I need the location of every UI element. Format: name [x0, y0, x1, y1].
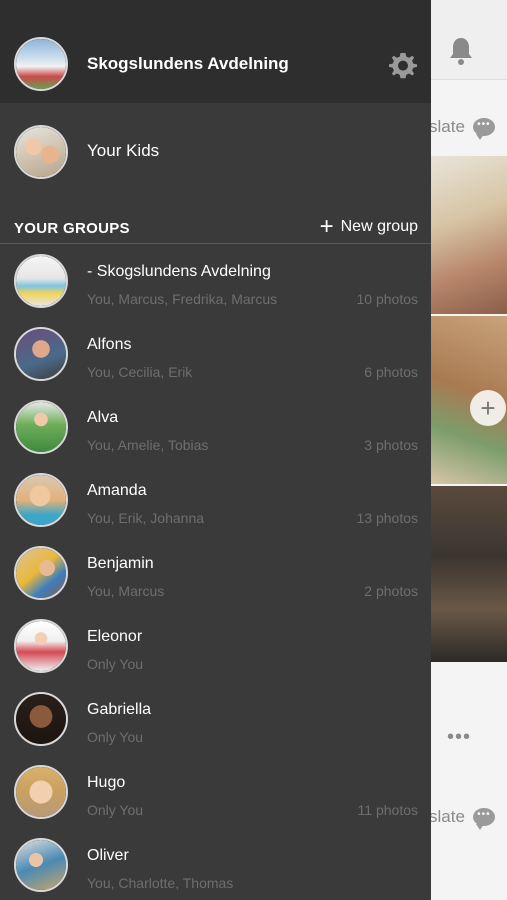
plus-icon: + — [319, 213, 334, 240]
group-name: Alfons — [87, 336, 132, 353]
speech-bubble-icon: ••• — [472, 808, 495, 830]
group-photo-count: 2 photos — [364, 583, 418, 599]
page-title[interactable]: Skogslundens Avdelning — [87, 54, 289, 74]
group-avatar — [14, 838, 68, 892]
new-group-button[interactable]: + New group — [319, 213, 418, 240]
translate-button[interactable]: slate ••• — [429, 107, 507, 147]
group-name: Hugo — [87, 774, 126, 791]
group-members: Only You — [87, 656, 144, 672]
group-item[interactable]: Alfons You, Cecilia, Erik 6 photos — [0, 318, 431, 391]
group-avatar — [14, 546, 68, 600]
group-item[interactable]: Eleonor Only You — [0, 610, 431, 683]
group-members: You, Charlotte, Thomas — [87, 875, 234, 891]
side-drawer: Skogslundens Avdelning Your Kids YOUR GR… — [0, 0, 431, 900]
group-name: Alva — [87, 409, 119, 426]
group-avatar — [14, 692, 68, 746]
your-kids-label: Your Kids — [87, 141, 160, 160]
group-item[interactable]: - Skogslundens Avdelning You, Marcus, Fr… — [0, 245, 431, 318]
drawer-header: Skogslundens Avdelning — [0, 0, 431, 103]
group-name: Amanda — [87, 482, 147, 499]
feed-photo[interactable] — [431, 486, 507, 662]
your-kids-item[interactable]: Your Kids — [0, 103, 431, 199]
group-item[interactable]: Benjamin You, Marcus 2 photos — [0, 537, 431, 610]
group-name: Gabriella — [87, 701, 152, 718]
group-photo-count: 6 photos — [364, 364, 418, 380]
group-photo-count: 13 photos — [356, 510, 419, 526]
groups-section-title: YOUR GROUPS — [14, 220, 130, 237]
group-avatar — [14, 473, 68, 527]
group-photo-count: 11 photos — [357, 802, 418, 818]
group-name: Benjamin — [87, 555, 154, 572]
speech-bubble-icon: ••• — [472, 118, 495, 140]
new-group-label: New group — [340, 218, 418, 235]
translate-label: slate — [429, 807, 465, 826]
gear-icon[interactable] — [386, 48, 420, 82]
translate-label: slate — [429, 117, 465, 136]
group-name: - Skogslundens Avdelning — [87, 263, 271, 280]
group-avatar — [14, 400, 68, 454]
group-photo-count: 10 photos — [356, 291, 419, 307]
group-item[interactable]: Amanda You, Erik, Johanna 13 photos — [0, 464, 431, 537]
school-avatar[interactable] — [14, 37, 68, 91]
group-members: You, Amelie, Tobias — [87, 437, 209, 453]
group-members: You, Cecilia, Erik — [87, 364, 193, 380]
group-avatar — [14, 327, 68, 381]
group-item[interactable]: Oliver You, Charlotte, Thomas — [0, 829, 431, 900]
groups-section-header: YOUR GROUPS + New group — [0, 210, 431, 244]
kids-avatar — [14, 125, 68, 179]
plus-icon[interactable]: + — [470, 390, 506, 426]
group-members: You, Marcus — [87, 583, 165, 599]
group-photo-count: 3 photos — [364, 437, 418, 453]
group-members: You, Marcus, Fredrika, Marcus — [87, 291, 278, 307]
group-members: Only You — [87, 729, 144, 745]
group-members: You, Erik, Johanna — [87, 510, 205, 526]
group-item[interactable]: Hugo Only You 11 photos — [0, 756, 431, 829]
group-avatar — [14, 254, 68, 308]
group-avatar — [14, 765, 68, 819]
group-item[interactable]: Alva You, Amelie, Tobias 3 photos — [0, 391, 431, 464]
group-name: Oliver — [87, 847, 129, 864]
group-avatar — [14, 619, 68, 673]
group-name: Eleonor — [87, 628, 143, 645]
more-options-icon[interactable]: ••• — [447, 726, 471, 749]
feed-photo[interactable] — [431, 156, 507, 314]
bell-icon[interactable] — [447, 36, 475, 66]
translate-button[interactable]: slate ••• — [429, 797, 507, 837]
group-item[interactable]: Gabriella Only You — [0, 683, 431, 756]
group-members: Only You — [87, 802, 144, 818]
